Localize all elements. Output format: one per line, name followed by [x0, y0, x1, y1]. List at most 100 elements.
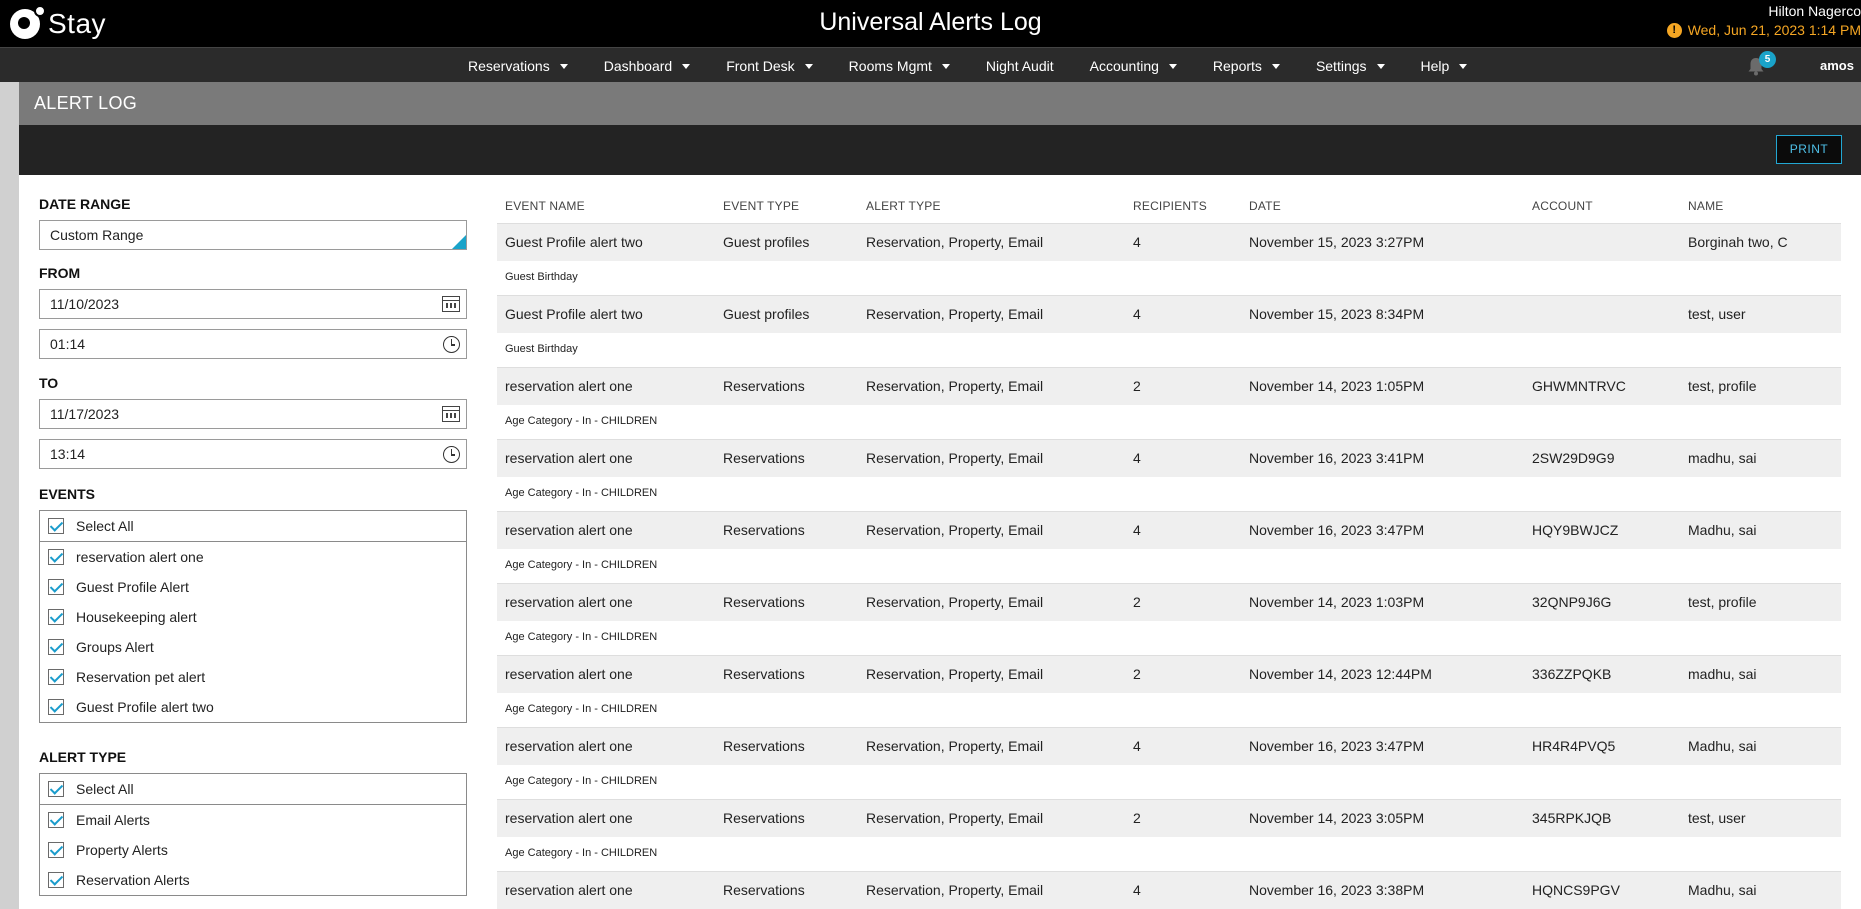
column-header-alert-type[interactable]: ALERT TYPE	[866, 199, 941, 213]
checkbox-checked-icon[interactable]	[48, 872, 64, 888]
from-date-input[interactable]: 11/10/2023	[39, 289, 467, 319]
select-all-label: Select All	[76, 518, 134, 534]
table-row[interactable]: reservation alert one Reservations Reserva…	[497, 367, 1841, 405]
caret-down-icon	[1376, 64, 1385, 69]
page-header: ALERT LOG	[19, 82, 1861, 125]
nav-item-accounting[interactable]: Accounting	[1090, 58, 1177, 74]
date-range-label: DATE RANGE	[39, 196, 131, 212]
from-time-input[interactable]: 01:14	[39, 329, 467, 359]
nav-item-reports[interactable]: Reports	[1213, 58, 1280, 74]
checkbox-checked-icon[interactable]	[48, 579, 64, 595]
cell-date: November 14, 2023 1:03PM	[1249, 594, 1425, 610]
checklist-item-label: Groups Alert	[76, 639, 154, 655]
column-header-event-type[interactable]: EVENT TYPE	[723, 199, 799, 213]
checklist-item[interactable]: Property Alerts	[40, 835, 466, 865]
caret-down-icon	[682, 64, 691, 69]
checklist-item-label: reservation alert one	[76, 549, 204, 565]
alert-type-checklist: Select All Email Alerts Property Alerts Re…	[39, 773, 467, 896]
events-select-all[interactable]: Select All	[40, 511, 466, 542]
alert-detail-text: Age Category - In - CHILDREN	[505, 559, 658, 571]
nav-item-label: Front Desk	[726, 57, 795, 74]
cell-event-type: Reservations	[723, 522, 805, 538]
table-row[interactable]: reservation alert one Reservations Reserva…	[497, 799, 1841, 837]
cell-name: madhu, sai	[1688, 450, 1757, 466]
column-header-recipients[interactable]: RECIPIENTS	[1133, 199, 1207, 213]
table-row[interactable]: Guest Profile alert two Guest profiles Res…	[497, 295, 1841, 333]
to-time-input[interactable]: 13:14	[39, 439, 467, 469]
nav-item-label: Settings	[1315, 57, 1367, 74]
cell-event-type: Reservations	[723, 594, 805, 610]
cell-name: test, profile	[1688, 594, 1757, 610]
checkbox-checked-icon[interactable]	[48, 781, 64, 797]
checklist-item[interactable]: Guest Profile alert two	[40, 692, 466, 722]
notification-badge[interactable]: 5	[1759, 51, 1776, 68]
table-row-detail: Age Category - In - CHILDREN	[497, 837, 1841, 871]
nav-item-front-desk[interactable]: Front Desk	[726, 57, 813, 74]
cell-recipients: 4	[1133, 522, 1141, 538]
cell-name: Borginah two, C	[1688, 234, 1788, 250]
nav-item-night-audit[interactable]: Night Audit	[986, 58, 1054, 74]
column-header-event-name[interactable]: EVENT NAME	[505, 199, 585, 213]
clock-icon[interactable]	[443, 336, 460, 353]
column-header-date[interactable]: DATE	[1249, 199, 1281, 213]
cell-alert-type: Reservation, Property, Email	[866, 882, 1044, 898]
checklist-item-label: Guest Profile alert two	[76, 699, 214, 715]
cell-event-name: reservation alert one	[505, 882, 633, 898]
checklist-item-label: Reservation Alerts	[76, 872, 190, 888]
date-range-select[interactable]: Custom Range	[39, 220, 467, 250]
clock-icon[interactable]	[443, 446, 460, 463]
user-menu[interactable]: amos	[1820, 58, 1854, 73]
table-row[interactable]: reservation alert one Reservations Reserva…	[497, 871, 1841, 909]
column-header-account[interactable]: ACCOUNT	[1532, 199, 1593, 213]
cell-alert-type: Reservation, Property, Email	[866, 234, 1044, 250]
calendar-icon[interactable]	[442, 296, 460, 312]
checkbox-checked-icon[interactable]	[48, 609, 64, 625]
nav-item-reservations[interactable]: Reservations	[468, 58, 568, 74]
cell-alert-type: Reservation, Property, Email	[866, 738, 1044, 754]
print-button[interactable]: PRINT	[1776, 135, 1842, 164]
to-date-input[interactable]: 11/17/2023	[39, 399, 467, 429]
table-row[interactable]: reservation alert one Reservations Reserva…	[497, 727, 1841, 765]
caret-down-icon	[559, 64, 568, 69]
table-row[interactable]: reservation alert one Reservations Reserva…	[497, 655, 1841, 693]
checkbox-checked-icon[interactable]	[48, 842, 64, 858]
checklist-item[interactable]: Email Alerts	[40, 805, 466, 835]
from-date-value: 11/10/2023	[50, 296, 120, 312]
calendar-icon[interactable]	[442, 406, 460, 422]
cell-name: Madhu, sai	[1688, 738, 1757, 754]
from-label: FROM	[39, 265, 81, 281]
checkbox-checked-icon[interactable]	[48, 639, 64, 655]
table-row[interactable]: Guest Profile alert two Guest profiles Res…	[497, 223, 1841, 261]
nav-item-help[interactable]: Help	[1421, 58, 1468, 74]
column-header-name[interactable]: NAME	[1688, 199, 1723, 213]
table-row[interactable]: reservation alert one Reservations Reserva…	[497, 583, 1841, 621]
checkbox-checked-icon[interactable]	[48, 518, 64, 534]
cell-event-name: reservation alert one	[505, 810, 633, 826]
alert-type-select-all[interactable]: Select All	[40, 774, 466, 805]
table-row[interactable]: reservation alert one Reservations Reserva…	[497, 439, 1841, 477]
cell-name: test, profile	[1688, 378, 1757, 394]
checkbox-checked-icon[interactable]	[48, 699, 64, 715]
hotel-name[interactable]: Hilton Nagerco	[1768, 3, 1861, 19]
checklist-item[interactable]: Reservation pet alert	[40, 662, 466, 692]
checklist-item[interactable]: Guest Profile Alert	[40, 572, 466, 602]
nav-item-settings[interactable]: Settings	[1316, 58, 1385, 74]
table-header: EVENT NAME EVENT TYPE ALERT TYPE RECIPIENTS…	[497, 193, 1841, 223]
alert-detail-text: Age Category - In - CHILDREN	[505, 703, 658, 715]
cell-alert-type: Reservation, Property, Email	[866, 522, 1044, 538]
checkbox-checked-icon[interactable]	[48, 549, 64, 565]
checklist-item[interactable]: Groups Alert	[40, 632, 466, 662]
checkbox-checked-icon[interactable]	[48, 669, 64, 685]
checklist-item[interactable]: Housekeeping alert	[40, 602, 466, 632]
cell-event-name: Guest Profile alert two	[505, 234, 643, 250]
checklist-item[interactable]: reservation alert one	[40, 542, 466, 572]
nav-item-dashboard[interactable]: Dashboard	[604, 58, 691, 74]
table-row[interactable]: reservation alert one Reservations Reserva…	[497, 511, 1841, 549]
checkbox-checked-icon[interactable]	[48, 812, 64, 828]
checklist-item[interactable]: Reservation Alerts	[40, 865, 466, 895]
cell-date: November 16, 2023 3:47PM	[1249, 738, 1425, 754]
cell-event-type: Reservations	[723, 450, 805, 466]
nav-item-rooms-mgmt[interactable]: Rooms Mgmt	[849, 58, 950, 74]
to-date-value: 11/17/2023	[50, 406, 120, 422]
alert-detail-text: Age Category - In - CHILDREN	[505, 775, 658, 787]
